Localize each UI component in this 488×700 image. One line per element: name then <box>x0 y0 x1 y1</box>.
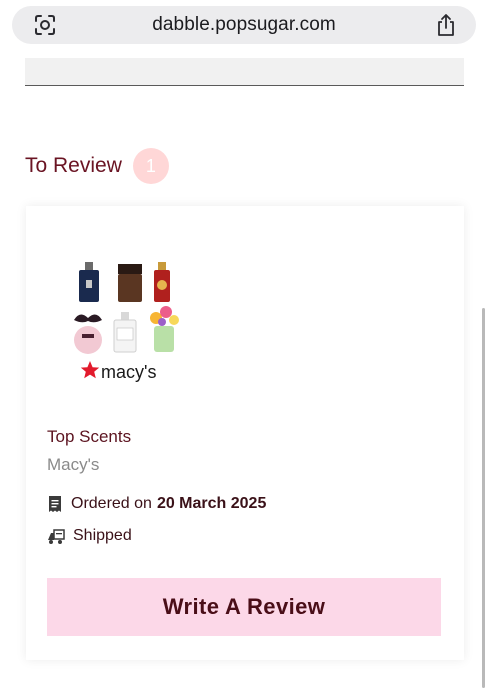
order-info: Ordered on 20 March 2025 <box>47 495 266 513</box>
product-name[interactable]: Top Scents <box>47 427 131 447</box>
receipt-icon <box>49 496 61 512</box>
review-card: macy's Top Scents Macy's Ordered on 20 M… <box>26 206 464 660</box>
share-icon[interactable] <box>436 13 456 37</box>
shipping-status: Shipped <box>47 527 132 545</box>
scrollbar[interactable] <box>482 308 485 688</box>
product-image: macy's <box>48 258 198 398</box>
section-heading: To Review 1 <box>25 148 169 184</box>
status-text: Shipped <box>73 527 132 544</box>
brand-name: Macy's <box>47 455 100 474</box>
perfume-bottle-4 <box>74 314 102 354</box>
perfume-bottle-2 <box>118 264 142 302</box>
order-label: Ordered on <box>71 495 152 512</box>
previous-card <box>25 58 464 86</box>
section-title: To Review <box>25 154 122 177</box>
write-review-button[interactable]: Write A Review <box>47 578 441 636</box>
url-text[interactable]: dabble.popsugar.com <box>152 14 336 36</box>
svg-text:macy's: macy's <box>101 362 156 382</box>
delivery-truck-icon <box>48 529 65 544</box>
page-scan-icon[interactable] <box>34 14 56 36</box>
count-badge: 1 <box>132 148 169 184</box>
order-date: 20 March 2025 <box>156 495 267 512</box>
address-bar[interactable]: dabble.popsugar.com <box>12 6 476 44</box>
